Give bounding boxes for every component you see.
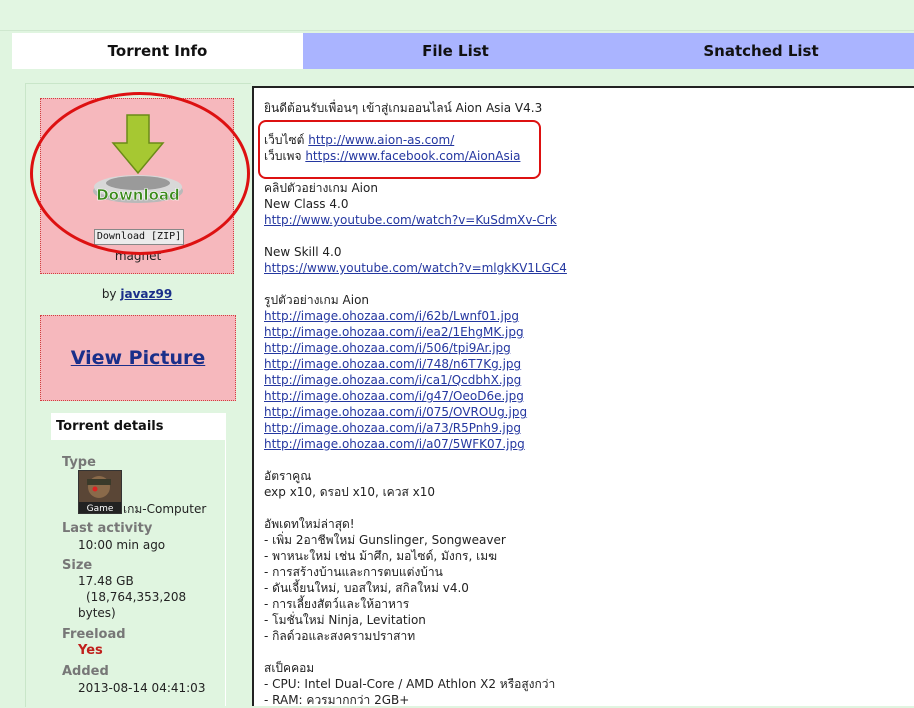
- tab-snatched-list[interactable]: Snatched List: [608, 33, 914, 69]
- view-picture-box: View Picture: [40, 315, 236, 401]
- update-item: - การเลี้ยงสัตว์และให้อาหาร: [264, 597, 410, 611]
- facebook-link[interactable]: https://www.facebook.com/AionAsia: [305, 149, 520, 163]
- image-link[interactable]: http://image.ohozaa.com/i/62b/Lwnf01.jpg: [264, 309, 519, 323]
- size-value: 17.48 GB: [78, 574, 134, 588]
- added-value: 2013-08-14 04:41:03: [78, 681, 206, 695]
- pic-heading: รูปตัวอย่างเกม Aion: [264, 293, 370, 307]
- spec-heading: สเป็คคอม: [264, 661, 315, 675]
- update-heading: อัพเดทใหม่ล่าสุด!: [264, 517, 355, 531]
- update-item: - กิลด์วอและสงครามปราสาท: [264, 629, 416, 643]
- freeload-label: Freeload: [62, 627, 126, 642]
- image-link[interactable]: http://image.ohozaa.com/i/g47/OeoD6e.jpg: [264, 389, 524, 403]
- type-value: เกม-Computer: [123, 502, 207, 516]
- download-icon-text: Download: [96, 186, 180, 204]
- uploader-link[interactable]: javaz99: [120, 287, 172, 301]
- description-content: ยินดีต้อนรับเพื่อนๆ เข้าสู่เกมออนไลน์ Ai…: [264, 100, 904, 708]
- image-link[interactable]: http://image.ohozaa.com/i/a73/R5Pnh9.jpg: [264, 421, 521, 435]
- tab-bar: Torrent Info File List Snatched List: [12, 33, 914, 69]
- website-line: เว็บไซต์ http://www.aion-as.com/: [264, 133, 455, 147]
- update-item: - การสร้างบ้านและการตบแต่งบ้าน: [264, 565, 443, 579]
- update-item: - โมชั่นใหม่ Ninja, Levitation: [264, 613, 426, 627]
- rate-heading: อัตราคูณ: [264, 469, 312, 483]
- tab-file-list[interactable]: File List: [303, 33, 608, 69]
- image-link[interactable]: http://image.ohozaa.com/i/a07/5WFK07.jpg: [264, 437, 525, 451]
- size-label: Size: [62, 558, 93, 573]
- size-bytes-unit: bytes): [78, 606, 116, 620]
- new-class-label: New Class 4.0: [264, 197, 349, 211]
- image-link[interactable]: http://image.ohozaa.com/i/506/tpi9Ar.jpg: [264, 341, 511, 355]
- image-link[interactable]: http://image.ohozaa.com/i/ea2/1EhgMK.jpg: [264, 325, 524, 339]
- rate-value: exp x10, ดรอป x10, เควส x10: [264, 485, 435, 499]
- torrent-details: Torrent details Type Game เกม-Computer L…: [51, 413, 226, 706]
- new-skill-link[interactable]: https://www.youtube.com/watch?v=mlgkKV1L…: [264, 261, 567, 275]
- spec-item: - CPU: Intel Dual-Core / AMD Athlon X2 ห…: [264, 677, 556, 691]
- clip-heading: คลิปตัวอย่างเกม Aion: [264, 181, 378, 195]
- game-badge-text: Game: [87, 504, 114, 513]
- last-activity-value: 10:00 min ago: [78, 538, 166, 552]
- added-label: Added: [62, 664, 109, 679]
- game-category-icon[interactable]: Game: [78, 470, 122, 514]
- details-header: Torrent details: [51, 413, 225, 440]
- update-item: - ดันเจี้ยนใหม่, บอสใหม่, สกิลใหม่ v4.0: [264, 581, 469, 595]
- magnet-link[interactable]: magnet: [41, 249, 235, 263]
- freeload-value: Yes: [78, 643, 103, 658]
- description-panel: ยินดีต้อนรับเพื่อนๆ เข้าสู่เกมออนไลน์ Ai…: [252, 86, 914, 708]
- image-link[interactable]: http://image.ohozaa.com/i/ca1/QcdbhX.jpg: [264, 373, 521, 387]
- new-skill-label: New Skill 4.0: [264, 245, 342, 259]
- download-icon[interactable]: Download: [91, 113, 185, 205]
- type-label: Type: [62, 455, 96, 470]
- image-link[interactable]: http://image.ohozaa.com/i/075/OVROUg.jpg: [264, 405, 527, 419]
- uploader-byline: by javaz99: [40, 287, 234, 301]
- update-item: - พาหนะใหม่ เช่น ม้าศึก, มอไซด์, มังกร, …: [264, 549, 498, 563]
- update-item: - เพิ่ม 2อาชีพใหม่ Gunslinger, Songweave…: [264, 533, 506, 547]
- page-line: เว็บเพจ https://www.facebook.com/AionAsi…: [264, 149, 521, 163]
- website-link[interactable]: http://www.aion-as.com/: [308, 133, 454, 147]
- download-zip-button[interactable]: Download [ZIP]: [94, 229, 184, 245]
- download-box: Download Download [ZIP] magnet: [40, 98, 234, 274]
- intro-text: ยินดีต้อนรับเพื่อนๆ เข้าสู่เกมออนไลน์ Ai…: [264, 101, 543, 115]
- view-picture-link[interactable]: View Picture: [41, 347, 235, 369]
- soldier-icon: Game: [79, 471, 121, 513]
- byline-prefix: by: [101, 287, 117, 301]
- last-activity-label: Last activity: [62, 521, 153, 536]
- image-link[interactable]: http://image.ohozaa.com/i/748/n6T7Kg.jpg: [264, 357, 521, 371]
- top-strip: [0, 0, 914, 31]
- new-class-link[interactable]: http://www.youtube.com/watch?v=KuSdmXv-C…: [264, 213, 557, 227]
- size-bytes: (18,764,353,208: [86, 590, 187, 604]
- tab-torrent-info[interactable]: Torrent Info: [12, 33, 303, 69]
